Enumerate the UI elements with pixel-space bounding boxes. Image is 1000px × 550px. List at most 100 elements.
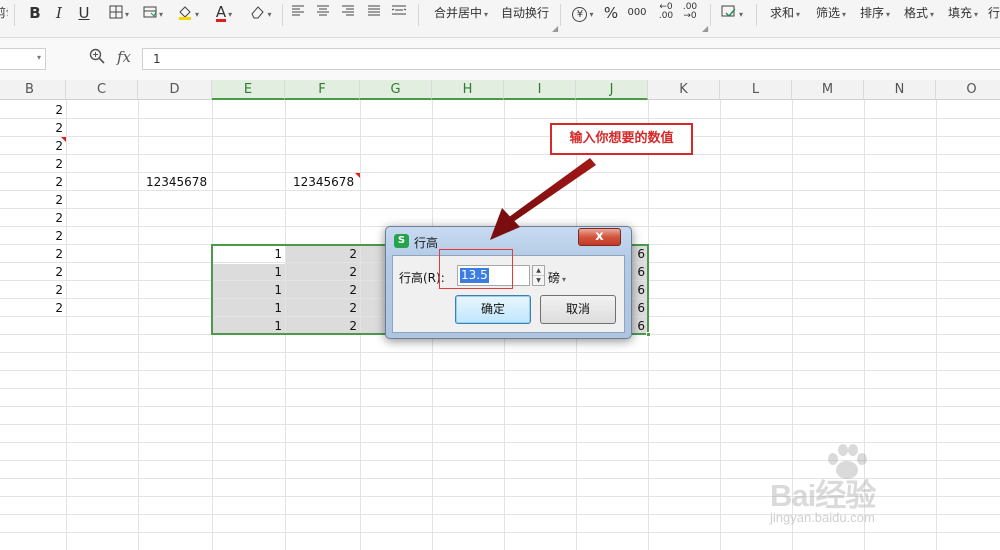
- unit-dropdown[interactable]: 磅 ▾: [548, 269, 566, 286]
- conditional-format-button[interactable]: ▾: [717, 0, 747, 26]
- fx-label: fx: [117, 48, 132, 66]
- toolbar-divider: [282, 4, 283, 26]
- column-header-e[interactable]: E: [212, 80, 285, 100]
- cell-b[interactable]: 2: [0, 245, 66, 263]
- row-height-spinner[interactable]: ▲ ▼: [532, 265, 545, 286]
- grid-line: [0, 388, 1000, 389]
- distributed-align-button[interactable]: [390, 0, 408, 26]
- clear-button[interactable]: ▾: [246, 0, 276, 26]
- name-box[interactable]: ▾: [0, 48, 46, 70]
- column-header-label: M: [821, 82, 834, 97]
- toolbar-divider: [418, 4, 419, 26]
- wrap-text-button[interactable]: 自动换行: [499, 0, 551, 26]
- cell-b[interactable]: 2: [0, 137, 66, 155]
- sum-button[interactable]: 求和 ▾: [766, 0, 804, 26]
- column-header-o[interactable]: O: [936, 80, 1000, 100]
- merge-center-button[interactable]: 合并居中 ▾: [430, 0, 492, 26]
- close-icon: x: [595, 229, 604, 244]
- column-header-h[interactable]: H: [432, 80, 504, 100]
- cell-b[interactable]: 2: [0, 119, 66, 137]
- comment-marker: [61, 137, 66, 142]
- cell-b[interactable]: 2: [0, 227, 66, 245]
- borders-button[interactable]: ▾: [103, 0, 135, 26]
- row-col-button[interactable]: 行: [988, 0, 1000, 26]
- format-label: 格式: [903, 6, 928, 20]
- align-center-icon: [317, 5, 329, 16]
- spin-down-icon[interactable]: ▼: [533, 276, 544, 286]
- ribbon-toolbar: 剪切 B I U ▾ ▾ ▾ A▾ ▾: [0, 0, 1000, 38]
- fill-color-button[interactable]: ▾: [172, 0, 204, 26]
- align-center-button[interactable]: [315, 0, 331, 26]
- column-header-n[interactable]: N: [864, 80, 936, 100]
- sort-button[interactable]: 排序 ▾: [856, 0, 894, 26]
- chevron-down-icon: ▾: [562, 275, 567, 284]
- column-header-label: K: [679, 82, 688, 97]
- spin-up-icon[interactable]: ▲: [533, 266, 544, 276]
- wps-app-icon: S: [394, 234, 409, 248]
- conditional-format-icon: [721, 5, 736, 18]
- currency-button[interactable]: ¥ ▾: [568, 0, 598, 26]
- close-button[interactable]: x: [578, 228, 621, 246]
- column-header-d[interactable]: D: [138, 80, 212, 100]
- cut-label: 剪切: [0, 6, 8, 20]
- cell-b[interactable]: 2: [0, 173, 66, 191]
- cell-style-button[interactable]: ▾: [138, 0, 168, 26]
- format-button[interactable]: 格式 ▾: [900, 0, 938, 26]
- cell-b[interactable]: 2: [0, 191, 66, 209]
- column-header-f[interactable]: F: [285, 80, 360, 100]
- grid-line: [66, 100, 67, 550]
- chevron-down-icon: ▾: [267, 10, 272, 19]
- zoom-search-icon[interactable]: [89, 48, 105, 68]
- insert-function-button[interactable]: fx: [117, 48, 131, 66]
- baidu-watermark: Bai经验 jingyan.baidu.com: [762, 442, 962, 528]
- align-right-icon: [342, 5, 354, 16]
- chevron-down-icon: ▾: [738, 10, 743, 19]
- column-header-c[interactable]: C: [66, 80, 138, 100]
- increase-decimal-button[interactable]: ←0.00: [655, 0, 677, 26]
- fill-handle[interactable]: [646, 332, 651, 337]
- formula-input[interactable]: 1: [142, 48, 1000, 70]
- column-header-k[interactable]: K: [648, 80, 720, 100]
- cell-b[interactable]: 2: [0, 209, 66, 227]
- ok-button[interactable]: 确定: [455, 295, 531, 324]
- column-header-b[interactable]: B: [0, 80, 66, 100]
- cell-d[interactable]: 12345678: [138, 173, 212, 191]
- cut-button[interactable]: 剪切: [0, 0, 8, 26]
- thousands-button[interactable]: 000: [625, 0, 649, 26]
- percent-button[interactable]: %: [602, 0, 620, 26]
- dialog-launcher-icon[interactable]: ◢: [702, 24, 708, 33]
- cell-f[interactable]: 12345678: [285, 173, 360, 191]
- column-header-g[interactable]: G: [360, 80, 432, 100]
- column-header-label: G: [390, 82, 401, 97]
- cell-b[interactable]: 2: [0, 263, 66, 281]
- grid-line: [720, 100, 721, 550]
- italic-button[interactable]: I: [51, 0, 67, 26]
- eraser-icon: [251, 6, 265, 19]
- dialog-launcher-icon[interactable]: ◢: [552, 24, 558, 33]
- justify-button[interactable]: [366, 0, 382, 26]
- column-header-j[interactable]: J: [576, 80, 648, 100]
- cell-b[interactable]: 2: [0, 299, 66, 317]
- font-color-button[interactable]: A ▾: [210, 0, 238, 26]
- cell-b[interactable]: 2: [0, 155, 66, 173]
- underline-button[interactable]: U: [76, 0, 92, 26]
- filter-label: 筛选: [815, 6, 840, 20]
- comment-marker: [355, 173, 360, 178]
- filter-button[interactable]: 筛选 ▾: [812, 0, 850, 26]
- cancel-button[interactable]: 取消: [540, 295, 616, 324]
- grid-line: [0, 406, 1000, 407]
- column-header-label: H: [462, 82, 473, 97]
- column-header-l[interactable]: L: [720, 80, 792, 100]
- percent-label: %: [603, 4, 619, 22]
- cell-b[interactable]: 2: [0, 101, 66, 119]
- bold-button[interactable]: B: [26, 0, 44, 26]
- chevron-down-icon: ▾: [124, 10, 129, 19]
- grid-line: [0, 370, 1000, 371]
- align-right-button[interactable]: [340, 0, 356, 26]
- fill-button[interactable]: 填充 ▾: [944, 0, 982, 26]
- column-header-i[interactable]: I: [504, 80, 576, 100]
- column-header-m[interactable]: M: [792, 80, 864, 100]
- decrease-decimal-button[interactable]: .00 →0: [679, 0, 701, 26]
- align-left-button[interactable]: [290, 0, 306, 26]
- cell-b[interactable]: 2: [0, 281, 66, 299]
